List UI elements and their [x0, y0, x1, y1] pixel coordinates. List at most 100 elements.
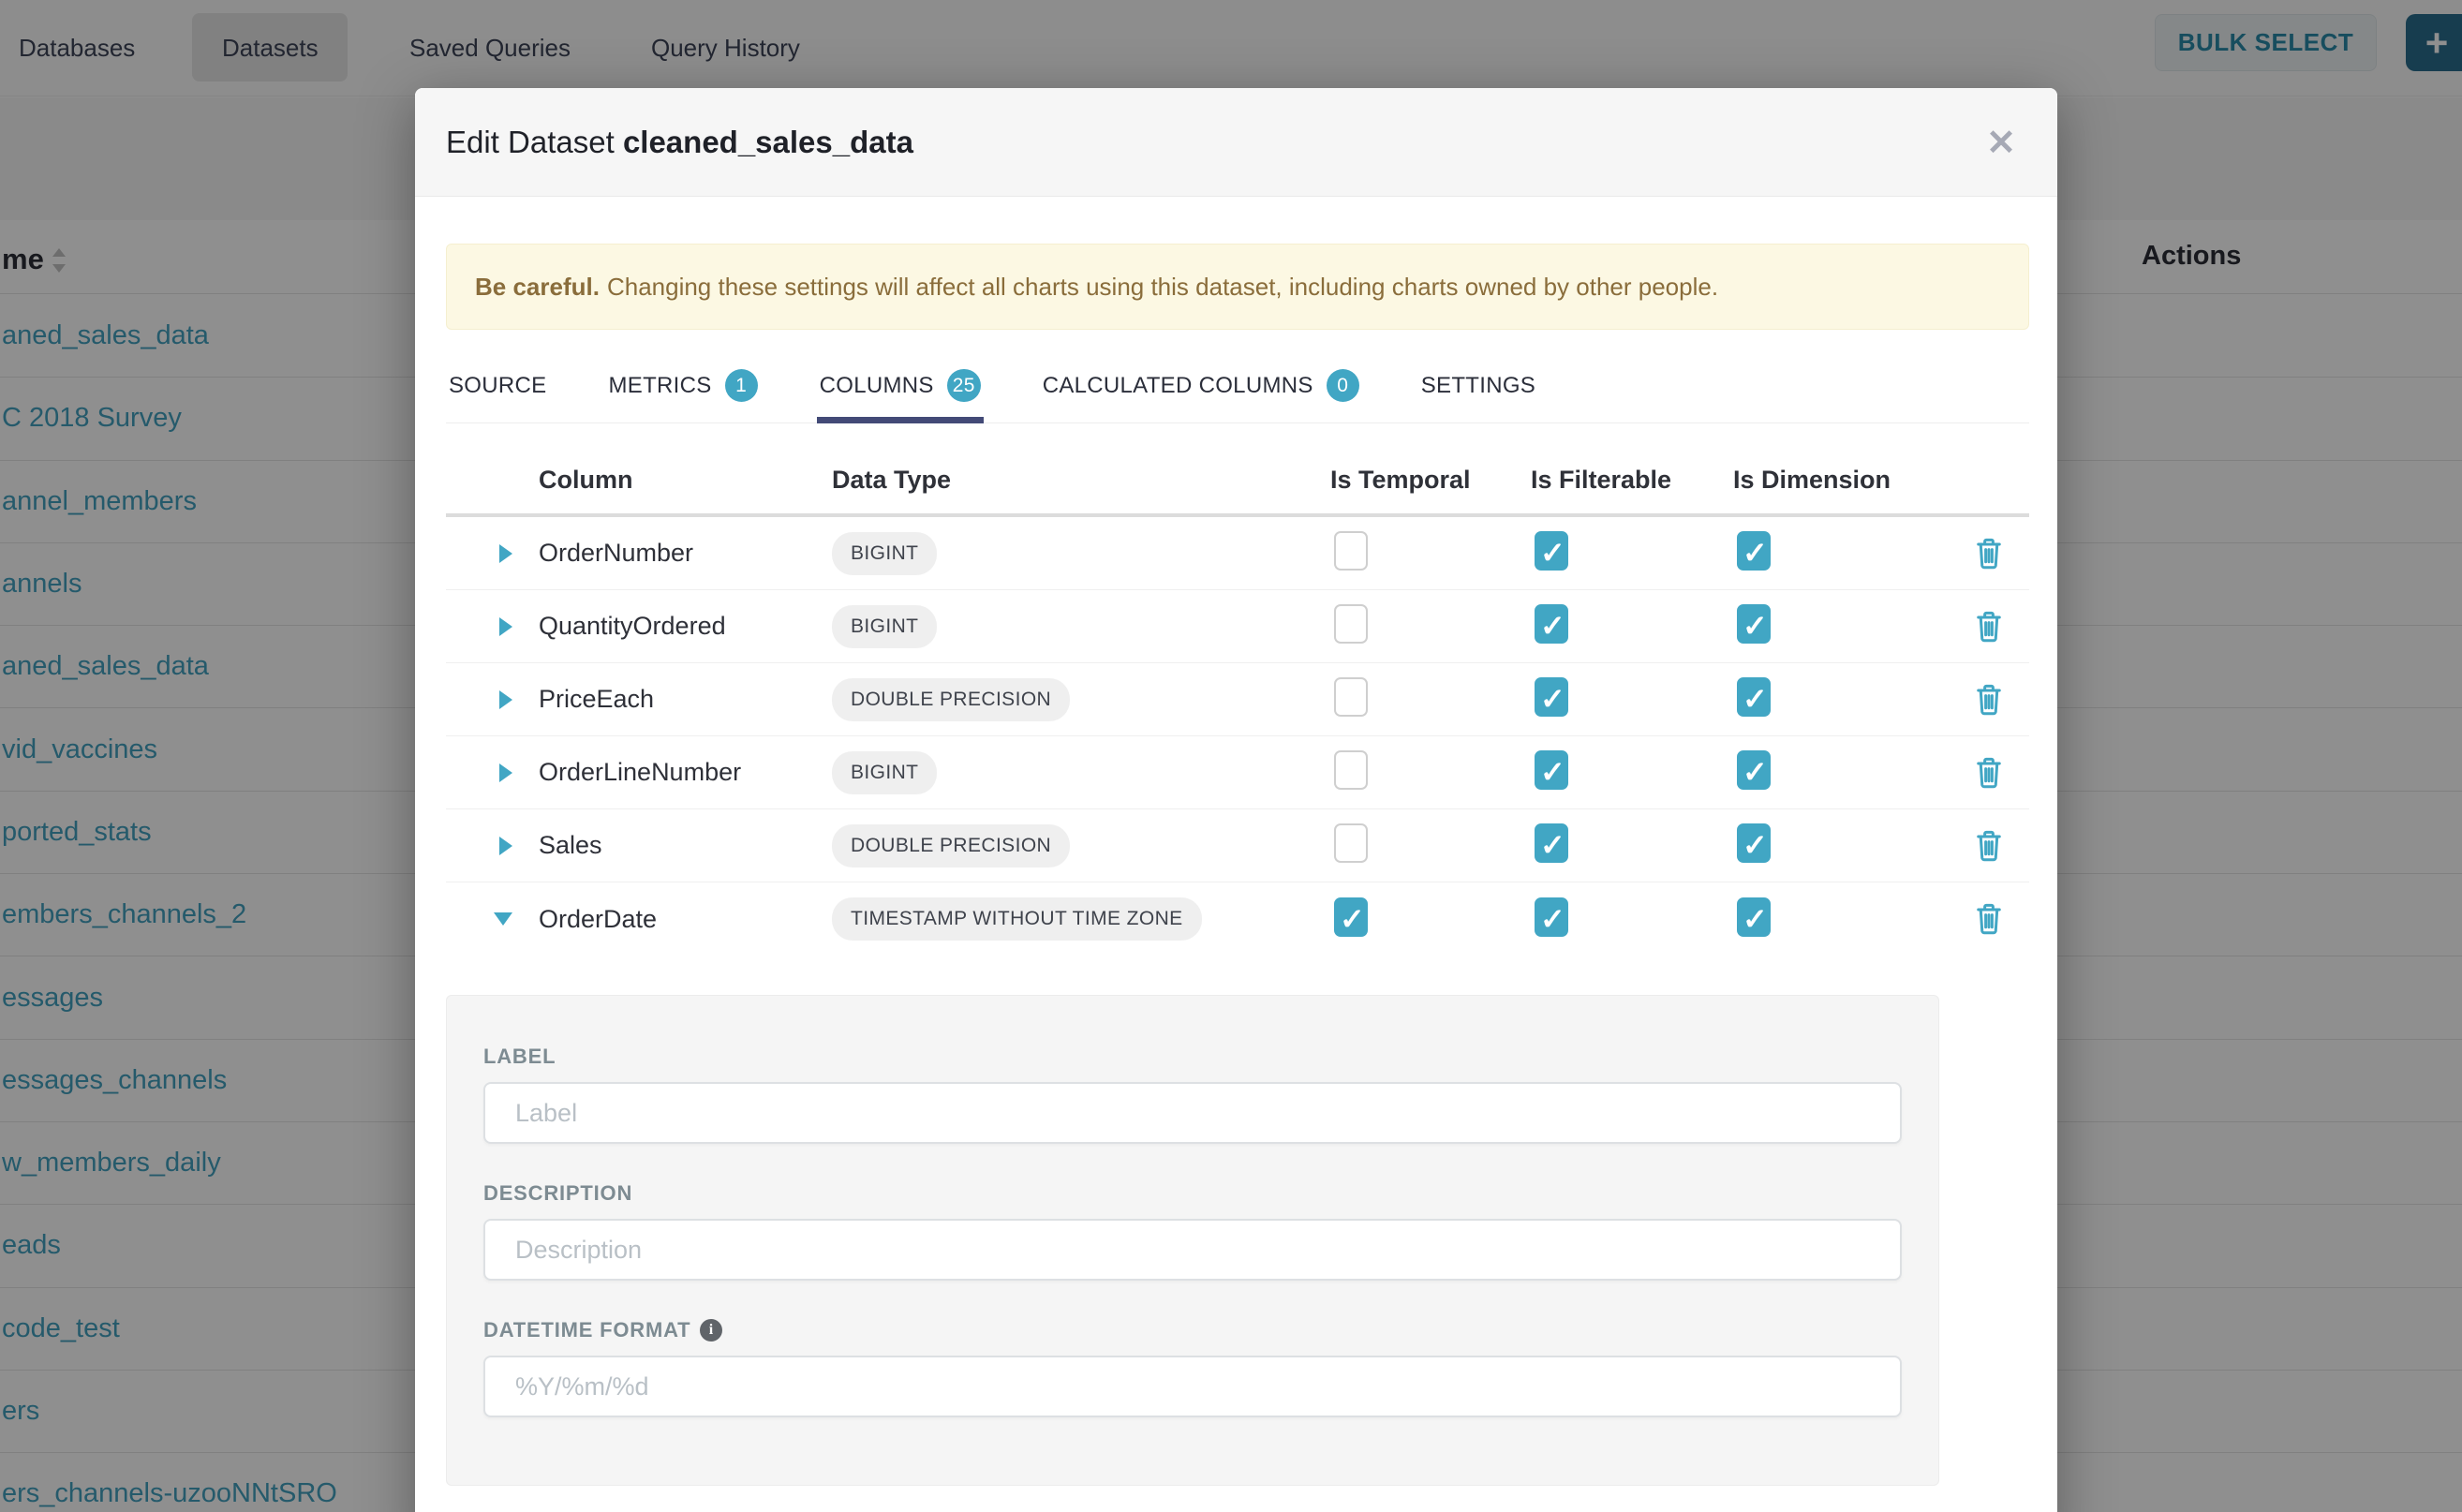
column-name: OrderDate — [539, 905, 832, 934]
warning-banner: Be careful. Changing these settings will… — [446, 244, 2029, 330]
column-row: Sales DOUBLE PRECISION — [446, 809, 2029, 882]
column-data-type: DOUBLE PRECISION — [832, 824, 1330, 867]
caret-icon — [499, 763, 512, 782]
is-filterable-cell — [1531, 897, 1733, 941]
datetime-format-input[interactable] — [483, 1356, 1902, 1417]
is-dimension-cell — [1733, 531, 1948, 575]
expand-toggle[interactable] — [446, 912, 539, 926]
columns-table-rows: OrderNumber BIGINT QuantityOrdered BIGIN… — [446, 517, 2029, 956]
is-filterable-checkbox[interactable] — [1535, 750, 1568, 790]
tab-calculated-columns[interactable]: CALCULATED COLUMNS 0 — [1040, 354, 1362, 422]
is-temporal-cell — [1330, 750, 1531, 794]
column-name: PriceEach — [539, 685, 832, 714]
delete-column-button[interactable] — [1948, 902, 2029, 936]
label-input[interactable] — [483, 1082, 1902, 1144]
delete-column-button[interactable] — [1948, 537, 2029, 571]
is-temporal-checkbox[interactable] — [1334, 604, 1368, 644]
is-filterable-checkbox[interactable] — [1535, 897, 1568, 937]
is-dimension-cell — [1733, 750, 1948, 794]
column-name: OrderNumber — [539, 539, 832, 568]
column-data-type: BIGINT — [832, 751, 1330, 794]
is-filterable-cell — [1531, 823, 1733, 867]
column-row: PriceEach DOUBLE PRECISION — [446, 663, 2029, 736]
caret-icon — [499, 617, 512, 636]
trash-icon — [1975, 902, 2003, 936]
trash-icon — [1975, 829, 2003, 863]
modal-tabs: SOURCE METRICS 1 COLUMNS 25 CALCULATED C… — [446, 354, 2029, 423]
caret-icon — [499, 837, 512, 855]
is-dimension-checkbox[interactable] — [1737, 897, 1771, 937]
column-data-type: BIGINT — [832, 532, 1330, 575]
is-filterable-cell — [1531, 750, 1733, 794]
delete-column-button[interactable] — [1948, 683, 2029, 717]
data-type-pill: TIMESTAMP WITHOUT TIME ZONE — [832, 897, 1202, 941]
screen: Databases Datasets Saved Queries Query H… — [0, 0, 2462, 1512]
column-row: OrderNumber BIGINT — [446, 517, 2029, 590]
delete-column-button[interactable] — [1948, 610, 2029, 644]
is-filterable-checkbox[interactable] — [1535, 604, 1568, 644]
is-dimension-checkbox[interactable] — [1737, 750, 1771, 790]
data-type-pill: DOUBLE PRECISION — [832, 678, 1070, 721]
is-temporal-cell — [1330, 604, 1531, 648]
is-temporal-checkbox[interactable] — [1334, 750, 1368, 790]
tab-columns[interactable]: COLUMNS 25 — [817, 354, 984, 422]
data-type-pill: BIGINT — [832, 751, 937, 794]
expand-toggle[interactable] — [446, 763, 539, 782]
expand-toggle[interactable] — [446, 837, 539, 855]
is-temporal-checkbox[interactable] — [1334, 531, 1368, 571]
tab-metrics[interactable]: METRICS 1 — [605, 354, 760, 422]
description-field-label: DESCRIPTION — [483, 1181, 1902, 1206]
column-row: QuantityOrdered BIGINT — [446, 590, 2029, 663]
is-dimension-checkbox[interactable] — [1737, 823, 1771, 863]
caret-icon — [499, 544, 512, 563]
description-input[interactable] — [483, 1219, 1902, 1281]
tab-source[interactable]: SOURCE — [446, 354, 549, 422]
is-temporal-header: Is Temporal — [1330, 466, 1531, 495]
expand-toggle[interactable] — [446, 544, 539, 563]
is-temporal-checkbox[interactable] — [1334, 897, 1368, 937]
info-icon[interactable]: i — [700, 1319, 722, 1342]
is-dimension-cell — [1733, 897, 1948, 941]
is-dimension-header: Is Dimension — [1733, 466, 1948, 495]
modal-title: Edit Dataset cleaned_sales_data — [446, 125, 913, 160]
calculated-columns-count-badge: 0 — [1327, 369, 1359, 402]
is-temporal-checkbox[interactable] — [1334, 677, 1368, 717]
data-type-header: Data Type — [832, 466, 1330, 495]
description-field-group: DESCRIPTION — [483, 1181, 1902, 1281]
is-dimension-cell — [1733, 604, 1948, 648]
delete-column-button[interactable] — [1948, 756, 2029, 790]
is-dimension-checkbox[interactable] — [1737, 604, 1771, 644]
is-filterable-cell — [1531, 677, 1733, 721]
close-icon[interactable]: ✕ — [1980, 122, 2022, 163]
is-filterable-checkbox[interactable] — [1535, 823, 1568, 863]
label-field-label: LABEL — [483, 1045, 1902, 1069]
is-filterable-checkbox[interactable] — [1535, 677, 1568, 717]
is-filterable-header: Is Filterable — [1531, 466, 1733, 495]
is-temporal-cell — [1330, 823, 1531, 867]
modal-header: Edit Dataset cleaned_sales_data ✕ — [415, 88, 2057, 197]
is-dimension-cell — [1733, 677, 1948, 721]
column-name: QuantityOrdered — [539, 612, 832, 641]
is-dimension-checkbox[interactable] — [1737, 677, 1771, 717]
trash-icon — [1975, 610, 2003, 644]
column-header: Column — [539, 466, 832, 495]
dataset-name: cleaned_sales_data — [623, 125, 913, 159]
is-dimension-checkbox[interactable] — [1737, 531, 1771, 571]
expand-toggle[interactable] — [446, 690, 539, 709]
columns-table-header: Column Data Type Is Temporal Is Filterab… — [446, 423, 2029, 517]
is-dimension-cell — [1733, 823, 1948, 867]
data-type-pill: BIGINT — [832, 532, 937, 575]
label-field-group: LABEL — [483, 1045, 1902, 1144]
warning-text: Changing these settings will affect all … — [607, 273, 1718, 302]
tab-settings[interactable]: SETTINGS — [1418, 354, 1538, 422]
column-data-type: TIMESTAMP WITHOUT TIME ZONE — [832, 897, 1330, 941]
column-row: OrderLineNumber BIGINT — [446, 736, 2029, 809]
columns-count-badge: 25 — [947, 369, 981, 402]
delete-column-button[interactable] — [1948, 829, 2029, 863]
expand-toggle[interactable] — [446, 617, 539, 636]
is-temporal-checkbox[interactable] — [1334, 823, 1368, 863]
is-filterable-checkbox[interactable] — [1535, 531, 1568, 571]
column-name: Sales — [539, 831, 832, 860]
warning-lead: Be careful. — [475, 273, 600, 302]
column-row: OrderDate TIMESTAMP WITHOUT TIME ZONE — [446, 882, 2029, 956]
